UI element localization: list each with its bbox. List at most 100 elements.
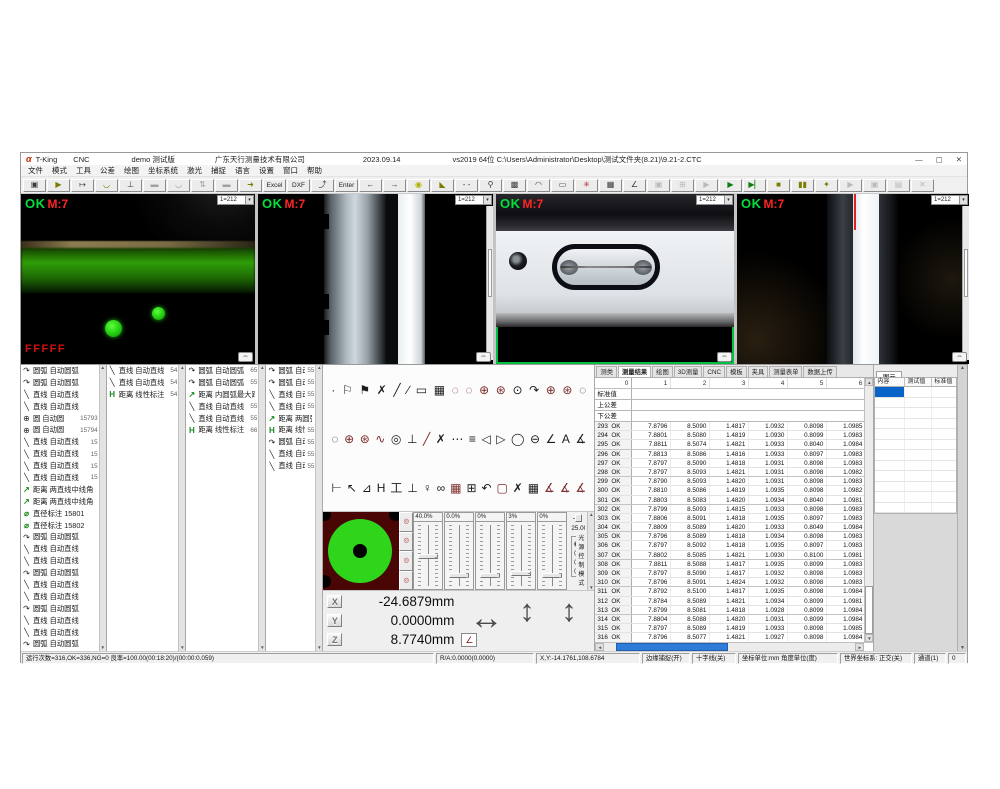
camera-zoom-select[interactable]: 1=212▾ — [931, 195, 968, 205]
measure-tool-icon[interactable]: ♀ — [423, 481, 432, 495]
measure-tool-icon[interactable]: ⊢ — [331, 481, 341, 495]
measurement-row[interactable]: 300OK7.88108.50861.48191.09350.80981.098… — [595, 486, 873, 495]
measure-tool-icon[interactable]: ∠ — [546, 432, 557, 446]
measure-tool-icon[interactable]: ⊕ — [479, 383, 489, 397]
measurement-row[interactable]: 303OK7.88068.50911.48181.09350.80971.098… — [595, 514, 873, 523]
slider-thumb[interactable] — [542, 573, 562, 578]
results-tab[interactable]: 测量表单 — [769, 366, 802, 377]
menu-item[interactable]: 模式 — [52, 165, 67, 176]
measure-tool-icon[interactable]: ◌ — [452, 383, 459, 397]
toolbar-button[interactable]: - - — [455, 179, 478, 192]
toolbar-button[interactable]: ▬ — [143, 179, 166, 192]
element-list-item[interactable]: ↷圆弧自动圆弧 — [21, 365, 99, 377]
camera-view-2[interactable]: OKM:7 1=212▾ ⇔ — [258, 194, 493, 364]
light-intensity-slider[interactable]: 3% — [506, 512, 536, 590]
menu-item[interactable]: 语言 — [235, 165, 250, 176]
measure-tool-icon[interactable]: ⊿ — [362, 481, 372, 495]
toolbar-button[interactable]: ▣ — [863, 179, 886, 192]
measure-tool-icon[interactable]: · — [331, 383, 335, 397]
element-list-item[interactable]: ⊕圆自动圆15794 — [21, 424, 99, 436]
results-tab[interactable]: CNC — [703, 366, 725, 377]
measurement-row[interactable]: 302OK7.87998.50931.48151.09330.80981.098… — [595, 505, 873, 514]
menu-item[interactable]: 绘图 — [124, 165, 139, 176]
camera-zoom-select[interactable]: 1=212▾ — [217, 195, 254, 205]
element-list-item[interactable]: ╲直线自动直线55 — [186, 401, 258, 413]
measure-tool-icon[interactable]: ↷ — [529, 383, 539, 397]
element-list-item[interactable]: ↷圆弧自动圆弧55 — [186, 377, 258, 389]
results-tab[interactable]: 测量结果 — [618, 366, 651, 377]
scrollbar[interactable]: ▲▼ — [315, 365, 322, 651]
measurement-row[interactable]: 294OK7.88018.50801.48191.09300.80991.098… — [595, 431, 873, 440]
light-intensity-slider[interactable]: 40.0% — [413, 512, 443, 590]
panel-scrollbar[interactable]: ▲▼ — [957, 365, 967, 651]
measure-tool-icon[interactable]: ↖ — [347, 481, 357, 495]
element-list-item[interactable]: ╲直线自动直线15 — [21, 460, 99, 472]
toolbar-button[interactable]: ▶▏ — [743, 179, 766, 192]
vertical-scrollbar[interactable]: ▲▼ — [864, 378, 873, 642]
measure-tool-icon[interactable]: ◌ — [331, 432, 338, 446]
camera-view-4[interactable]: OKM:7 1=212▾ ⇔ — [737, 194, 969, 364]
element-list-item[interactable]: ╲直线自动直线54 — [107, 377, 179, 389]
toolbar-button[interactable]: Enter — [335, 179, 358, 192]
measure-tool-icon[interactable]: ⊙ — [512, 383, 522, 397]
element-list-item[interactable]: ╲直线自动直线 — [21, 543, 99, 555]
axis-z-button[interactable]: Z — [327, 633, 342, 646]
scroll-thumb[interactable] — [616, 643, 728, 651]
scrollbar[interactable]: ▲▼ — [99, 365, 106, 651]
element-list-item[interactable]: ↷圆弧自动圆弧 — [21, 638, 99, 650]
measurement-row[interactable]: 295OK7.88118.50741.48211.09330.80401.098… — [595, 440, 873, 449]
jog-xy-horizontal-arrows[interactable]: ↔ — [469, 599, 503, 638]
camera-scrollbar[interactable] — [486, 206, 493, 360]
measure-tool-icon[interactable]: ∕ — [407, 383, 409, 397]
menu-item[interactable]: 激光 — [187, 165, 202, 176]
toolbar-button[interactable]: ▶ — [719, 179, 742, 192]
toolbar-button[interactable]: ∠ — [623, 179, 646, 192]
camera-resize-handle[interactable]: ⇔ — [238, 352, 253, 362]
results-tab[interactable]: 3D测量 — [674, 366, 703, 377]
toolbar-button[interactable]: ✕ — [911, 179, 934, 192]
measurement-row[interactable]: 309OK7.87978.50901.48171.09320.80981.098… — [595, 569, 873, 578]
measurement-row[interactable]: 312OK7.87848.50891.48211.09340.80991.098… — [595, 597, 873, 606]
element-list-item[interactable]: ╲直线自动直线 — [21, 615, 99, 627]
element-list-item[interactable]: ↷圆弧自动圆弧 — [21, 377, 99, 389]
measure-tool-icon[interactable]: ◌ — [579, 383, 586, 397]
toolbar-button[interactable]: Excel — [263, 179, 286, 192]
measure-tool-icon[interactable]: ∡ — [544, 481, 555, 495]
element-list-item[interactable]: ╲直线自动直线 — [21, 389, 99, 401]
camera-resize-handle[interactable]: ⇔ — [476, 352, 491, 362]
element-list-item[interactable]: ╲直线自动直线15 — [21, 472, 99, 484]
camera-resize-handle[interactable]: ⇔ — [952, 352, 967, 362]
measurement-row[interactable]: 315OK7.87978.50891.48191.09330.80981.098… — [595, 624, 873, 633]
scrollbar[interactable]: ▲▼ — [587, 512, 594, 590]
measure-tool-icon[interactable]: ▦ — [528, 481, 539, 495]
scroll-up-arrow[interactable]: ▲ — [865, 378, 873, 386]
element-list-item[interactable]: ⌀直径标注15802 — [21, 520, 99, 532]
light-mode-button[interactable]: ◎ — [399, 512, 413, 532]
axis-x-button[interactable]: X — [327, 595, 342, 608]
measure-tool-icon[interactable]: ≡ — [469, 432, 476, 446]
element-list-item[interactable]: ╲直线自动直线15 — [21, 448, 99, 460]
measure-tool-icon[interactable]: ▭ — [416, 383, 427, 397]
toolbar-button[interactable]: ⤴ — [311, 179, 334, 192]
toolbar-button[interactable]: ▩ — [503, 179, 526, 192]
measure-tool-icon[interactable]: ⊥ — [407, 432, 417, 446]
measure-tool-icon[interactable]: ⊕ — [546, 383, 556, 397]
toolbar-button[interactable]: ◡ — [167, 179, 190, 192]
measure-tool-icon[interactable]: ✗ — [436, 432, 446, 446]
measurement-row[interactable]: 310OK7.87968.50911.48241.09320.80981.098… — [595, 578, 873, 587]
element-list-item[interactable]: H距离线性标注55 — [266, 424, 315, 436]
element-list-item[interactable]: ╲直线自动直线55 — [266, 448, 315, 460]
measure-tool-icon[interactable]: ▦ — [434, 383, 445, 397]
toolbar-button[interactable]: ▣ — [23, 179, 46, 192]
measure-tool-icon[interactable]: ⊖ — [530, 432, 540, 446]
element-list-item[interactable]: ╲直线自动直线 — [21, 579, 99, 591]
measure-tool-icon[interactable]: ⊛ — [360, 432, 370, 446]
detail-row[interactable] — [875, 429, 956, 440]
detail-row[interactable] — [875, 387, 956, 398]
scroll-down-arrow[interactable]: ▼ — [865, 634, 873, 642]
measure-tool-icon[interactable]: ▷ — [496, 432, 505, 446]
detail-row[interactable] — [875, 408, 956, 419]
element-list-item[interactable]: ⊕圆自动圆15793 — [21, 413, 99, 425]
light-intensity-slider[interactable]: 0.0% — [444, 512, 474, 590]
scroll-left-arrow[interactable]: ◄ — [595, 643, 604, 651]
